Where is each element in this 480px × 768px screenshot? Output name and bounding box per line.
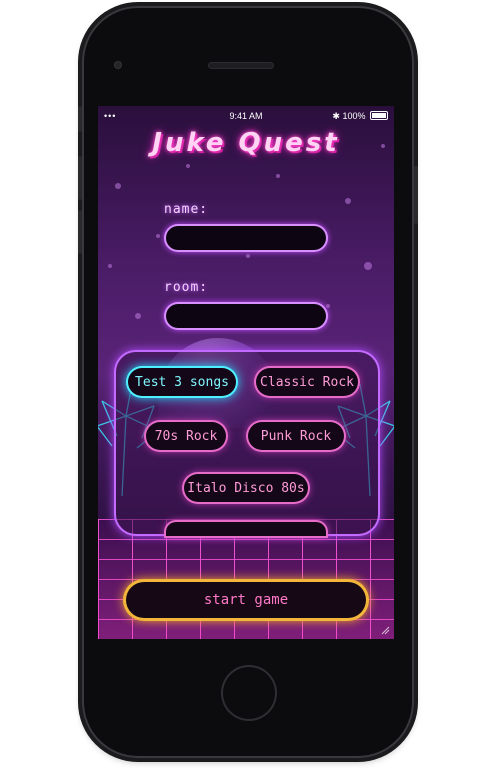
earpiece-speaker — [208, 62, 274, 69]
power-button — [414, 166, 418, 224]
start-game-button[interactable]: start game — [126, 582, 366, 618]
name-input[interactable] — [166, 226, 326, 250]
genre-test-3-songs-button[interactable]: Test 3 songs — [128, 368, 236, 396]
volume-up-button — [78, 156, 82, 200]
name-label: name: — [164, 202, 209, 217]
genre-classic-rock-button[interactable]: Classic Rock — [256, 368, 358, 396]
app-title: Juke Quest — [152, 128, 340, 158]
front-camera — [114, 61, 122, 69]
neon-grid-floor — [98, 519, 394, 639]
status-bar: ••• 9:41 AM ✱ 100% — [98, 106, 394, 126]
genre-italo-disco-80s-button[interactable]: Italo Disco 80s — [184, 474, 308, 502]
app-screen: ••• 9:41 AM ✱ 100% Juke Quest name: room… — [98, 106, 394, 639]
bluetooth-icon: ✱ — [332, 111, 340, 121]
genre-70s-rock-button[interactable]: 70s Rock — [146, 422, 226, 450]
genre-punk-rock-button[interactable]: Punk Rock — [248, 422, 344, 450]
room-label: room: — [164, 280, 209, 295]
battery-indicator: ✱ 100% — [332, 111, 388, 122]
battery-percentage: 100% — [342, 111, 366, 121]
genre-next-button[interactable] — [166, 522, 326, 536]
room-input[interactable] — [166, 304, 326, 328]
home-button[interactable] — [223, 667, 275, 719]
volume-down-button — [78, 210, 82, 254]
resize-grip-icon — [381, 626, 390, 635]
battery-icon — [370, 111, 388, 120]
mute-switch — [78, 106, 82, 132]
